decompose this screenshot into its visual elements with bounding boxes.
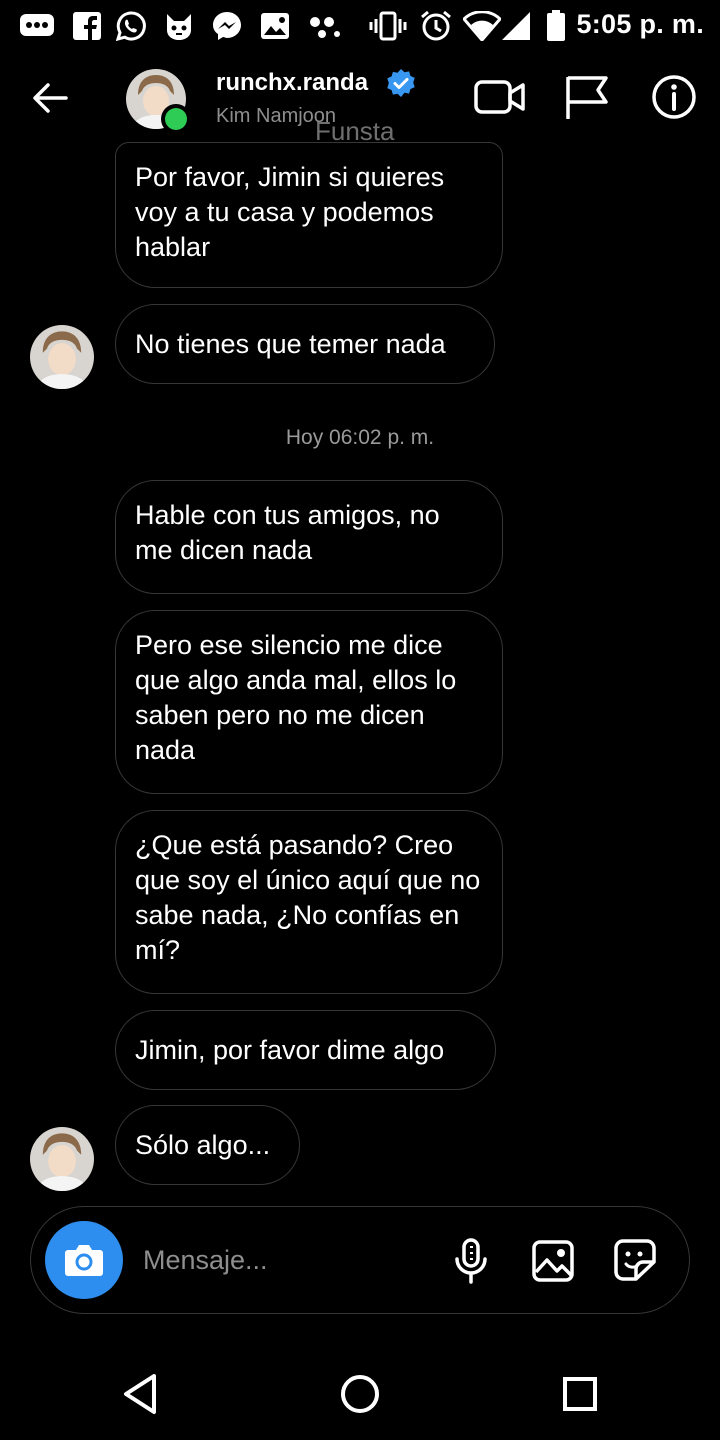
back-nav-icon [124, 1374, 156, 1414]
message-bubble[interactable]: Sólo algo... [115, 1105, 300, 1185]
battery-icon [544, 8, 568, 44]
system-navigation-bar [0, 1340, 720, 1440]
report-button[interactable] [558, 72, 614, 122]
header-username[interactable]: runchx.randa [216, 69, 368, 97]
message-bubble[interactable]: Por favor, Jimin si quieres voy a tu cas… [115, 142, 503, 288]
back-arrow-icon [33, 83, 68, 113]
message-bubble[interactable]: No tienes que temer nada [115, 304, 495, 384]
recents-nav-icon [563, 1377, 597, 1411]
message-composer [30, 1206, 690, 1314]
message-bubble[interactable]: ¿Que está pasando? Creo que soy el único… [115, 810, 503, 994]
microphone-icon [455, 1238, 487, 1284]
whatsapp-icon [114, 8, 148, 44]
message-timestamp: Hoy 06:02 p. m. [285, 426, 435, 449]
info-button[interactable] [646, 72, 702, 122]
home-nav-icon [341, 1375, 379, 1413]
flag-icon [566, 76, 608, 119]
back-button[interactable] [28, 76, 72, 120]
info-icon [652, 75, 696, 119]
conversation-header: runchx.randa Kim Namjoon Funsta [0, 52, 720, 148]
vibrate-icon [368, 8, 408, 44]
sticker-icon [614, 1239, 656, 1281]
camera-icon [65, 1245, 103, 1276]
gallery-icon [258, 8, 292, 44]
sender-avatar[interactable] [30, 325, 94, 389]
nav-recents-button[interactable] [554, 1368, 606, 1420]
image-icon [532, 1240, 574, 1282]
video-call-button[interactable] [472, 72, 528, 122]
cat-app-icon [162, 8, 196, 44]
status-bar: 5:05 p. m. [0, 0, 720, 52]
facebook-icon [72, 8, 102, 44]
video-call-icon [474, 80, 525, 114]
nav-home-button[interactable] [334, 1368, 386, 1420]
camera-button[interactable] [45, 1221, 123, 1299]
signal-icon [500, 8, 532, 44]
wifi-icon [462, 8, 502, 44]
message-input[interactable] [143, 1237, 433, 1283]
verified-badge-icon [386, 68, 416, 98]
message-bubble[interactable]: Jimin, por favor dime algo [115, 1010, 496, 1090]
messenger-icon [210, 8, 244, 44]
nav-back-button[interactable] [114, 1368, 166, 1420]
sender-avatar[interactable] [30, 1127, 94, 1191]
online-status-indicator [161, 104, 191, 134]
gallery-button[interactable] [527, 1235, 579, 1287]
sticker-button[interactable] [609, 1235, 661, 1287]
voice-message-button[interactable] [445, 1235, 497, 1287]
alarm-icon [418, 8, 454, 44]
message-bubble[interactable]: Pero ese silencio me dice que algo anda … [115, 610, 503, 794]
clock-time: 5:05 p. m. [576, 9, 704, 39]
message-icon [18, 8, 56, 44]
dots-icon [306, 8, 342, 44]
message-bubble[interactable]: Hable con tus amigos, no me dicen nada [115, 480, 503, 594]
